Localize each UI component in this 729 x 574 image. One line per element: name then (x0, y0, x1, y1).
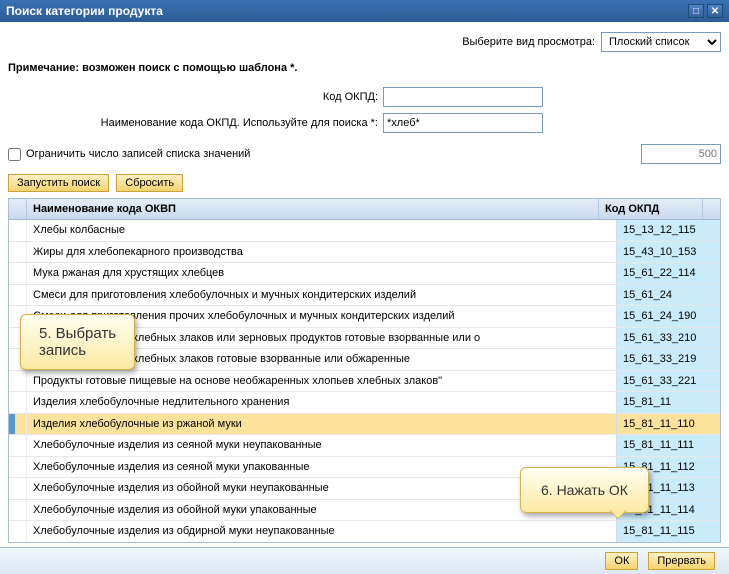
name-input[interactable] (383, 113, 543, 133)
row-code: 15_61_33_210 (616, 328, 720, 349)
limit-checkbox[interactable] (8, 148, 21, 161)
row-code: 15_61_33_219 (616, 349, 720, 370)
name-row: Наименование кода ОКПД. Используйте для … (8, 113, 721, 133)
close-icon[interactable]: ✕ (707, 4, 723, 18)
row-code: 15_43_10_153 (616, 242, 720, 263)
row-selector[interactable] (9, 478, 27, 499)
limit-label: Ограничить число записей списка значений (26, 148, 250, 160)
row-selector[interactable] (9, 242, 27, 263)
table-row[interactable]: Изделия хлебобулочные недлительного хран… (9, 392, 720, 414)
row-selector[interactable] (9, 371, 27, 392)
row-name: Мука ржаная для хрустящих хлебцев (27, 267, 616, 279)
row-code: 15_61_22_114 (616, 263, 720, 284)
row-selector[interactable] (9, 521, 27, 542)
table-row[interactable]: Жиры для хлебопекарного производства15_4… (9, 242, 720, 264)
dialog-footer: ОК Прервать (0, 547, 729, 574)
row-code: 15_81_11 (616, 392, 720, 413)
row-name: Изделия хлебобулочные из ржаной муки (27, 418, 616, 430)
row-selector[interactable] (9, 263, 27, 284)
row-selector[interactable] (9, 457, 27, 478)
window-title: Поиск категории продукта (6, 4, 163, 18)
header-name[interactable]: Наименование кода ОКВП (27, 199, 599, 219)
row-selector[interactable] (9, 435, 27, 456)
titlebar-buttons: □ ✕ (688, 4, 723, 18)
hint-callout-5: 5. Выбрать запись (20, 314, 135, 370)
table-row[interactable]: Хлебобулочные изделия из сеяной муки неу… (9, 435, 720, 457)
title-bar: Поиск категории продукта □ ✕ (0, 0, 729, 22)
row-selector[interactable] (9, 220, 27, 241)
row-code: 15_61_24 (616, 285, 720, 306)
cancel-button[interactable]: Прервать (648, 552, 715, 570)
code-input[interactable] (383, 87, 543, 107)
name-label: Наименование кода ОКПД. Используйте для … (8, 117, 378, 129)
hint5-line2: запись (39, 342, 116, 359)
table-row[interactable]: Хлебы колбасные15_13_12_115 (9, 220, 720, 242)
table-row[interactable]: Мука ржаная для хрустящих хлебцев15_61_2… (9, 263, 720, 285)
row-name: Смеси для приготовления хлебобулочных и … (27, 289, 616, 301)
action-row: Запустить поиск Сбросить (8, 174, 721, 192)
search-button[interactable]: Запустить поиск (8, 174, 109, 192)
table-row[interactable]: Смеси для приготовления хлебобулочных и … (9, 285, 720, 307)
row-name: Жиры для хлебопекарного производства (27, 246, 616, 258)
row-code: 15_81_11_110 (616, 414, 720, 435)
view-type-label: Выберите вид просмотра: (8, 36, 595, 48)
hint-callout-6: 6. Нажать ОК (520, 467, 649, 513)
row-selector[interactable] (9, 285, 27, 306)
row-selector[interactable] (9, 392, 27, 413)
ok-button[interactable]: ОК (605, 552, 638, 570)
hint5-line1: 5. Выбрать (39, 325, 116, 342)
table-row[interactable]: Изделия хлебобулочные из ржаной муки15_8… (9, 414, 720, 436)
view-type-row: Выберите вид просмотра: Плоский список (8, 32, 721, 52)
header-scroll-spacer (703, 199, 720, 219)
table-row[interactable]: Продукты готовые пищевые на основе необж… (9, 371, 720, 393)
header-code[interactable]: Код ОКПД (599, 199, 703, 219)
row-name: Хлебобулочные изделия из обдирной муки н… (27, 525, 616, 537)
hint6-text: 6. Нажать ОК (541, 482, 628, 498)
row-selector[interactable] (9, 414, 27, 435)
reset-button[interactable]: Сбросить (116, 174, 183, 192)
row-selector[interactable] (9, 500, 27, 521)
header-selector[interactable] (9, 199, 27, 219)
limit-row: Ограничить число записей списка значений (8, 144, 721, 164)
row-name: Хлебобулочные изделия из сеяной муки неу… (27, 439, 616, 451)
row-code: 15_61_33_221 (616, 371, 720, 392)
row-code: 15_81_11_111 (616, 435, 720, 456)
table-header: Наименование кода ОКВП Код ОКПД (9, 199, 720, 220)
row-code: 15_61_24_190 (616, 306, 720, 327)
row-code: 15_81_11_115 (616, 521, 720, 542)
code-row: Код ОКПД: (8, 87, 721, 107)
limit-value (641, 144, 721, 164)
note-text: Примечание: возможен поиск с помощью шаб… (8, 62, 721, 74)
row-name: Изделия хлебобулочные недлительного хран… (27, 396, 616, 408)
maximize-icon[interactable]: □ (688, 4, 704, 18)
row-name: Продукты готовые пищевые на основе необж… (27, 375, 616, 387)
row-name: Хлебы колбасные (27, 224, 616, 236)
row-code: 15_13_12_115 (616, 220, 720, 241)
code-label: Код ОКПД: (8, 91, 378, 103)
view-type-select[interactable]: Плоский список (601, 32, 721, 52)
